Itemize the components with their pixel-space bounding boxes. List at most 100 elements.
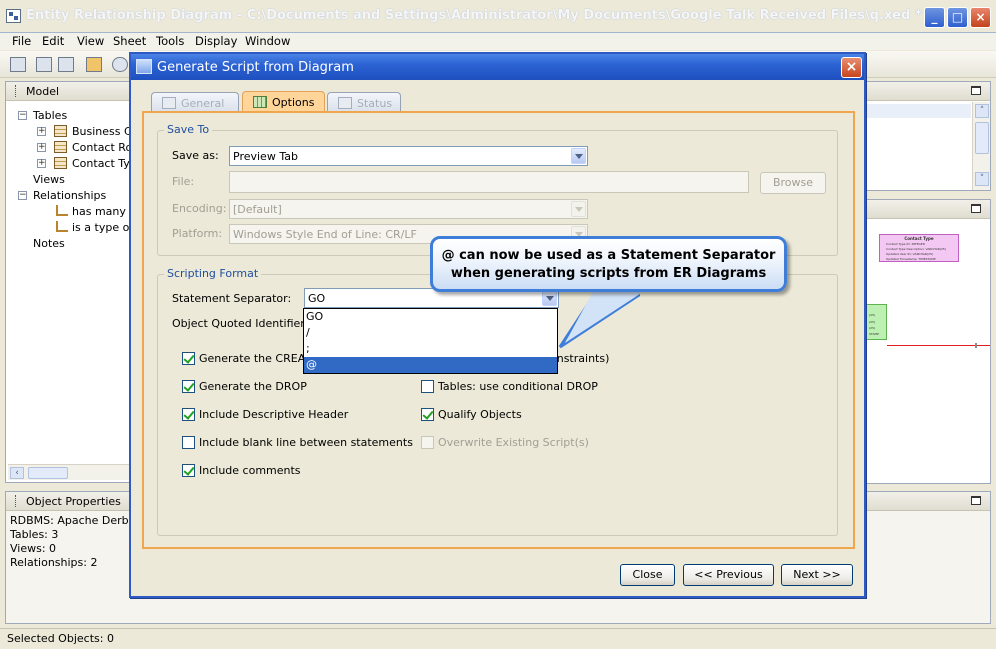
comments-label: Include comments (199, 464, 301, 477)
er-entity-green[interactable]: (25) (25) (25) STAMP (865, 304, 887, 340)
menu-edit[interactable]: Edit (42, 34, 64, 48)
dropdown-option-slash[interactable]: / (304, 325, 557, 341)
restore-icon[interactable] (971, 496, 981, 505)
minimize-button[interactable]: _ (924, 7, 945, 28)
descriptive-header-checkbox[interactable] (182, 408, 195, 421)
status-tab-icon (338, 97, 352, 109)
statement-separator-value: GO (308, 292, 326, 305)
close-button[interactable]: Close (620, 564, 675, 586)
object-properties-title: Object Properties (26, 495, 121, 508)
print-icon[interactable] (36, 57, 52, 72)
er-entity-title: Contact Type (904, 236, 934, 241)
comments-checkbox[interactable] (182, 464, 195, 477)
dropdown-option-at[interactable]: @ (304, 357, 557, 373)
tree-node-table-contact-role[interactable]: Contact Rol (72, 141, 135, 154)
platform-label: Platform: (172, 227, 223, 240)
tab-general-label: General (181, 97, 225, 110)
overwrite-checkbox[interactable] (421, 436, 434, 449)
panel-grip-icon[interactable] (15, 495, 17, 507)
statement-separator-dropdown: GO / ; @ (303, 308, 558, 374)
scroll-down-icon[interactable]: ˅ (975, 172, 989, 186)
window-close-button[interactable]: × (970, 7, 991, 28)
next-button[interactable]: Next >> (781, 564, 853, 586)
chevron-down-icon[interactable] (571, 201, 586, 217)
er-entity-row: (25) (869, 326, 876, 330)
chevron-down-icon[interactable] (571, 148, 586, 164)
scrollbar-thumb[interactable] (975, 122, 989, 154)
horizontal-scrollbar[interactable]: ‹ (8, 464, 129, 480)
overview-panel-header (865, 82, 990, 101)
relationship-icon (56, 221, 68, 232)
save-as-select[interactable]: Preview Tab (229, 146, 588, 166)
diagram-panel-header (865, 200, 990, 219)
er-entity-row: Updated Timestamp: TIMESTAMP (886, 257, 936, 261)
generate-script-icon[interactable] (86, 57, 102, 72)
tree-node-tables[interactable]: Tables (33, 109, 67, 122)
dropdown-option-go[interactable]: GO (304, 309, 557, 325)
file-label: File: (172, 175, 195, 188)
general-tab-icon (162, 97, 176, 109)
dialog-title-bar[interactable]: Generate Script from Diagram × (131, 54, 864, 80)
callout-line-1: @ can now be used as a Statement Separat… (441, 248, 776, 263)
table-icon (54, 157, 67, 169)
encoding-select[interactable]: [Default] (229, 199, 588, 219)
panel-grip-icon[interactable] (15, 85, 17, 97)
dialog-close-button[interactable]: × (841, 57, 862, 78)
menu-window[interactable]: Window (245, 34, 290, 48)
save-icon[interactable] (10, 57, 26, 72)
expand-icon[interactable]: + (37, 159, 46, 168)
vertical-scrollbar[interactable]: ˄ ˅ (972, 102, 990, 190)
tree-node-rel-is-type[interactable]: is a type of (72, 221, 133, 234)
scrollbar-thumb[interactable] (28, 467, 68, 479)
dialog-app-icon (136, 59, 152, 74)
save-as-label: Save as: (172, 149, 219, 162)
scroll-left-icon[interactable]: ‹ (10, 467, 24, 479)
app-icon (6, 9, 21, 23)
expand-icon[interactable]: + (37, 143, 46, 152)
collapse-icon[interactable]: − (18, 111, 27, 120)
tab-status-label: Status (357, 97, 393, 110)
dropdown-option-semicolon[interactable]: ; (304, 341, 557, 357)
tree-node-relationships[interactable]: Relationships (33, 189, 106, 202)
blank-line-label: Include blank line between statements (199, 436, 413, 449)
maximize-button[interactable]: □ (947, 7, 968, 28)
conditional-drop-checkbox[interactable] (421, 380, 434, 393)
status-bar: Selected Objects: 0 (0, 628, 996, 649)
browse-button[interactable]: Browse (760, 172, 826, 194)
platform-value: Windows Style End of Line: CR/LF (233, 228, 417, 241)
drop-checkbox[interactable] (182, 380, 195, 393)
page-setup-icon[interactable] (58, 57, 74, 72)
menu-tools[interactable]: Tools (156, 34, 184, 48)
menu-sheet[interactable]: Sheet (113, 34, 146, 48)
tree-node-views[interactable]: Views (33, 173, 65, 186)
zoom-icon[interactable] (112, 57, 128, 72)
blank-line-checkbox[interactable] (182, 436, 195, 449)
callout-bubble: @ can now be used as a Statement Separat… (430, 236, 787, 292)
qualify-objects-checkbox[interactable] (421, 408, 434, 421)
create-checkbox[interactable] (182, 352, 195, 365)
menu-view[interactable]: View (77, 34, 104, 48)
restore-icon[interactable] (971, 86, 981, 95)
collapse-icon[interactable]: − (18, 191, 27, 200)
restore-icon[interactable] (971, 204, 981, 213)
tab-options-label: Options (272, 96, 315, 109)
menu-display[interactable]: Display (195, 34, 237, 48)
drop-label: Generate the DROP (199, 380, 307, 393)
options-tab-icon (253, 96, 267, 108)
expand-icon[interactable]: + (37, 127, 46, 136)
table-icon (54, 141, 67, 153)
er-entity-row: Updated User ID: VARCHAR(25) (886, 252, 934, 256)
statement-separator-label: Statement Separator: (172, 292, 292, 305)
file-input[interactable] (229, 171, 749, 193)
tree-node-table-contact-type[interactable]: Contact Typ (72, 157, 137, 170)
conditional-drop-label: Tables: use conditional DROP (438, 380, 598, 393)
scroll-up-icon[interactable]: ˄ (975, 104, 989, 118)
er-entity-contact-type[interactable]: Contact Type Contact Type ID: INTEGER Co… (879, 234, 959, 262)
menu-file[interactable]: File (12, 34, 31, 48)
overwrite-label: Overwrite Existing Script(s) (438, 436, 589, 449)
save-as-value: Preview Tab (233, 150, 298, 163)
tree-node-notes[interactable]: Notes (33, 237, 65, 250)
er-entity-row: STAMP (869, 332, 879, 336)
previous-button[interactable]: << Previous (683, 564, 774, 586)
model-panel-header: Model (6, 82, 129, 101)
